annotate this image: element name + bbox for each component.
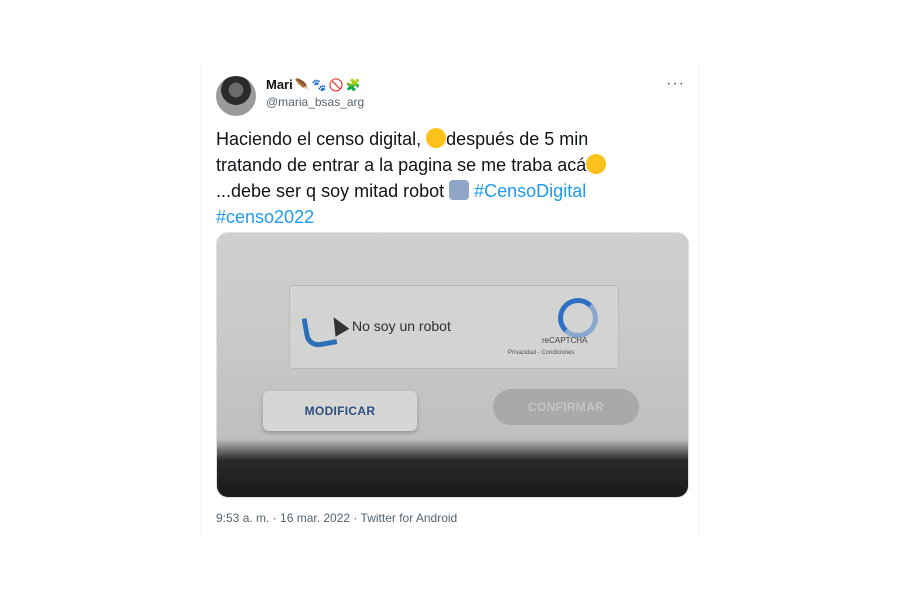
tweet-text: Haciendo el censo digital, después de 5 … bbox=[216, 126, 686, 230]
prohibited-icon: 🚫 bbox=[328, 77, 344, 92]
tweet-text-part1b: después de 5 min bbox=[446, 129, 589, 149]
paw-icon: 🐾 bbox=[311, 77, 327, 92]
tweet-card: Mari 🪶 🐾 🚫 🧩 @maria_bsas_arg ··· Haciend… bbox=[201, 62, 700, 538]
avatar[interactable] bbox=[216, 76, 256, 116]
display-name[interactable]: Mari 🪶 🐾 🚫 🧩 bbox=[266, 77, 361, 92]
tweet-text-part2: tratando de entrar a la pagina se me tra… bbox=[216, 155, 587, 175]
upside-down-face-icon bbox=[586, 154, 607, 174]
more-options-icon[interactable]: ··· bbox=[666, 76, 685, 92]
tweet-text-part1: Haciendo el censo digital, bbox=[216, 129, 427, 149]
recaptcha-widget: No soy un robot reCAPTCHA Privacidad - C… bbox=[289, 285, 619, 369]
recaptcha-logo-icon bbox=[558, 298, 598, 338]
recaptcha-brand: reCAPTCHA bbox=[542, 336, 588, 345]
slightly-smiling-face-icon bbox=[426, 128, 447, 148]
captcha-label: No soy un robot bbox=[352, 318, 451, 334]
confirm-button: CONFIRMAR bbox=[493, 389, 639, 425]
recaptcha-links: Privacidad - Condiciones bbox=[508, 350, 575, 356]
puzzle-icon: 🧩 bbox=[345, 77, 361, 92]
display-name-text[interactable]: Mari bbox=[266, 77, 293, 92]
feather-icon: 🪶 bbox=[294, 77, 310, 92]
tweet-photo[interactable]: No soy un robot reCAPTCHA Privacidad - C… bbox=[216, 232, 689, 498]
tweet-timestamp[interactable]: 9:53 a. m. · 16 mar. 2022 · Twitter for … bbox=[216, 511, 457, 525]
hashtag-censo2022[interactable]: #censo2022 bbox=[216, 207, 314, 227]
tweet-text-part3: ...debe ser q soy mitad robot bbox=[216, 181, 450, 201]
hashtag-censodigital[interactable]: #CensoDigital bbox=[474, 181, 586, 201]
robot-icon bbox=[449, 180, 470, 200]
user-handle[interactable]: @maria_bsas_arg bbox=[266, 95, 364, 109]
modify-button: MODIFICAR bbox=[263, 391, 417, 431]
